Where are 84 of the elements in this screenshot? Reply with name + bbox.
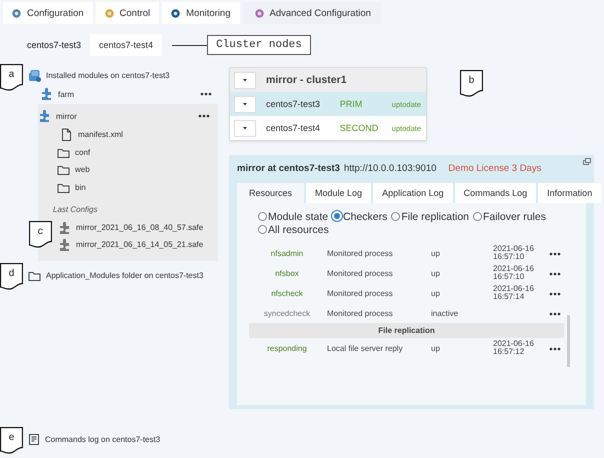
resource-type: Monitored process	[326, 248, 394, 260]
more-icon[interactable]	[549, 346, 561, 350]
section-label: Last Configs	[53, 205, 98, 214]
radio-button[interactable]	[258, 212, 267, 221]
resource-name: nfsbox	[274, 268, 300, 280]
node-tab[interactable]: centos7-test3	[18, 34, 90, 56]
tree-item[interactable]: conf	[75, 148, 90, 157]
callout-label: a	[0, 64, 23, 91]
tab[interactable]: Control	[96, 2, 160, 24]
resource-type: Monitored process	[325, 303, 429, 323]
resource-state: inactive	[429, 303, 491, 323]
tree-item[interactable]: mirror	[56, 112, 193, 120]
resource-time: 2021-06-16 16:57:12	[491, 338, 547, 358]
more-icon[interactable]	[198, 114, 210, 118]
scrollbar[interactable]	[567, 315, 570, 367]
leader-line	[172, 44, 208, 46]
section-header: File replication	[249, 323, 564, 338]
cluster-title: mirror - cluster1	[266, 74, 348, 86]
tab[interactable]: Resources	[237, 183, 304, 203]
more-icon[interactable]	[200, 92, 212, 96]
puzzle-icon	[38, 109, 51, 123]
popout-icon[interactable]	[583, 158, 591, 165]
radio-button[interactable]	[258, 225, 267, 234]
resource-type: Local file server reply	[325, 338, 429, 358]
tab[interactable]: Application Log	[373, 183, 453, 203]
tab[interactable]: Configuration	[3, 2, 93, 24]
resource-name: syncedcheck	[249, 303, 325, 323]
more-icon[interactable]	[549, 272, 561, 276]
tree-item[interactable]: Application_Modules folder on centos7-test3	[46, 270, 204, 280]
resource-time: 2021-06-16 16:57:10	[492, 243, 535, 263]
tree-item[interactable]: Installed modules on centos7-test3	[46, 70, 170, 80]
callout-label: e	[0, 427, 23, 454]
module-url: http://10.0.0.103:9010	[344, 163, 436, 174]
tab[interactable]: Advanced Configuration	[242, 2, 381, 24]
annotation-label: Cluster nodes	[207, 35, 311, 55]
node-tab[interactable]: centos7-test4	[90, 34, 162, 56]
radio-label: Failover rules	[482, 211, 546, 223]
radio-button[interactable]	[472, 212, 482, 221]
node-name: centos7-test4	[266, 123, 322, 133]
node-role: PRIM	[340, 99, 364, 109]
callout-label: b	[460, 70, 483, 97]
more-icon[interactable]	[549, 312, 561, 316]
callout-label: d	[0, 263, 23, 290]
resource-state: up	[430, 268, 441, 280]
more-icon[interactable]	[549, 292, 561, 296]
tree-item[interactable]: manifest.xml	[78, 130, 123, 140]
resource-name: responding	[249, 338, 325, 358]
radio-label: All resources	[268, 224, 329, 236]
tab[interactable]: Commands Log	[454, 183, 536, 203]
resource-state: up	[430, 248, 441, 260]
license-notice: Demo License 3 Days	[448, 163, 542, 174]
resource-state: up	[429, 338, 491, 358]
puzzle-icon	[58, 220, 71, 234]
tab[interactable]: Information	[538, 183, 602, 203]
resource-name: nfsadmin	[270, 248, 304, 260]
resource-time: 2021-06-16 16:57:14	[492, 283, 535, 303]
node-role: SECOND	[340, 123, 380, 133]
radio-button[interactable]	[391, 212, 400, 221]
modules-icon	[28, 68, 41, 82]
resource-time: 2021-06-16 16:57:10	[492, 263, 535, 283]
tab[interactable]: Module Log	[306, 183, 372, 203]
node-name: centos7-test3	[266, 99, 322, 109]
log-icon	[28, 432, 40, 446]
puzzle-icon	[58, 238, 71, 252]
radio-label: File replication	[401, 211, 470, 223]
resource-state: up	[430, 288, 441, 300]
resource-name: nfscheck	[270, 288, 304, 300]
puzzle-icon	[40, 87, 53, 101]
module-title: mirror at centos7-test3	[237, 163, 340, 174]
radio-label: Module state	[268, 211, 328, 223]
folder-icon	[57, 163, 70, 176]
file-icon	[60, 128, 73, 142]
resource-type: Monitored process	[326, 288, 394, 300]
tab[interactable]: Monitoring	[162, 2, 240, 24]
tree-item[interactable]: farm	[58, 90, 195, 98]
resource-type: Monitored process	[326, 268, 394, 280]
tree-item[interactable]: Commands log on centos7-test3	[45, 434, 160, 444]
tree-item[interactable]: bin	[75, 182, 86, 192]
radio-label: Checkers	[343, 211, 388, 223]
tree-item[interactable]: web	[75, 165, 90, 174]
tree-item[interactable]: mirror_2021_06_16_14_05_21.safe	[76, 240, 204, 249]
callout-label: c	[29, 221, 52, 248]
more-icon[interactable]	[549, 252, 561, 256]
tree-item[interactable]: mirror_2021_06_16_08_40_57.safe	[76, 223, 204, 232]
